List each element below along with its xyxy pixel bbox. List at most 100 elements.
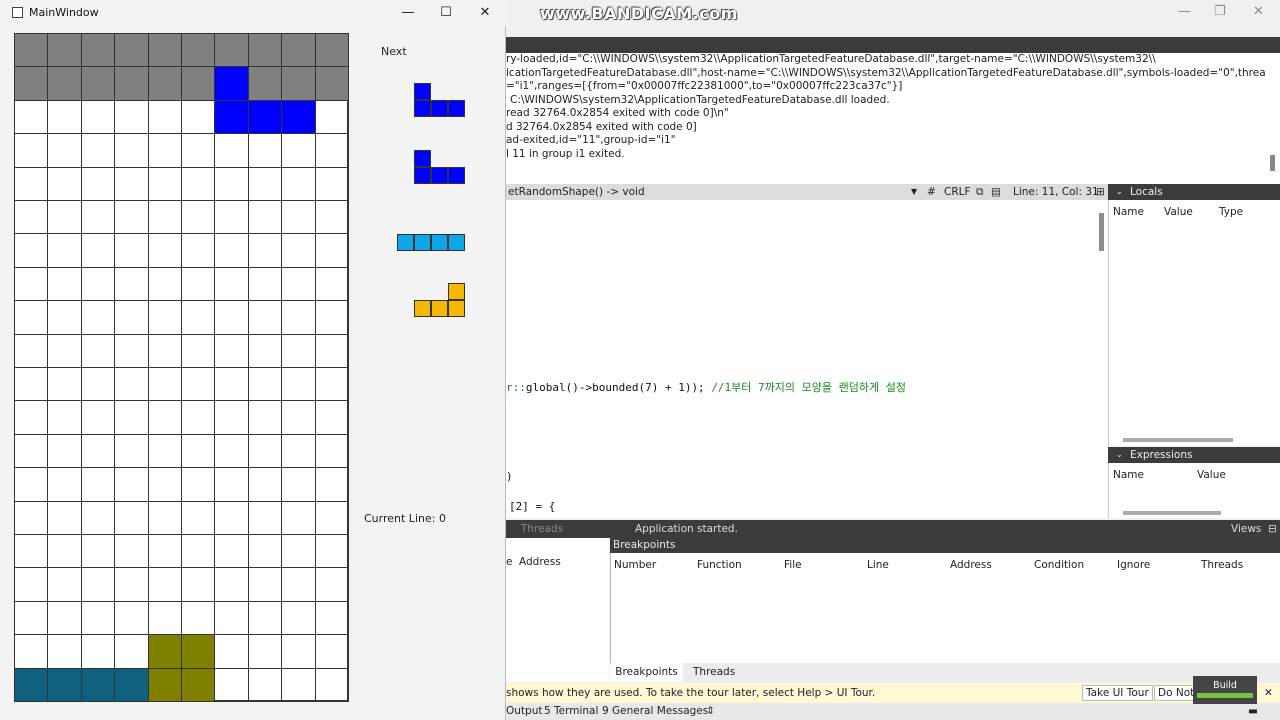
threads-label[interactable]: Threads	[521, 520, 563, 538]
stack-col-address[interactable]: Address	[519, 556, 561, 568]
locals-col-type[interactable]: Type	[1219, 206, 1243, 218]
code-editor[interactable]: r::global()->bounded(7) + 1)); //1부터 7까지…	[506, 200, 1108, 518]
bp-col-line[interactable]: Line	[867, 559, 889, 571]
ide-status-bar: Output 5 Terminal 9 General Messages ⇕ ▬	[506, 703, 1280, 720]
board-cell-filled	[281, 66, 316, 101]
ide-minimize-icon[interactable]: —	[1178, 4, 1191, 19]
minimize-icon[interactable]: —	[394, 4, 422, 22]
window-titlebar[interactable]: MainWindow — ☐ ✕	[0, 0, 506, 26]
expr-col-value[interactable]: Value	[1197, 469, 1226, 481]
bp-col-address[interactable]: Address	[950, 559, 992, 571]
board-cell	[47, 367, 82, 402]
board-cell	[47, 534, 82, 569]
board-cell	[47, 200, 82, 235]
expressions-pane[interactable]: Name Value	[1108, 463, 1280, 518]
document-icon[interactable]: ▤	[991, 184, 1001, 200]
close-icon[interactable]: ✕	[471, 4, 499, 22]
locals-hscrollbar[interactable]	[1123, 438, 1233, 442]
expr-col-name[interactable]: Name	[1113, 469, 1144, 481]
line-ending[interactable]: CRLF	[944, 184, 971, 200]
board-cell	[281, 166, 316, 201]
board-cell	[47, 166, 82, 201]
maximize-icon[interactable]: ☐	[432, 4, 460, 22]
board-cell	[214, 400, 249, 435]
board-cell	[147, 433, 182, 469]
chevron-down-icon[interactable]: ⌄	[1116, 184, 1123, 200]
tetris-board[interactable]	[14, 33, 349, 702]
output-line: C:\WINDOWS\system32\ApplicationTargetedF…	[510, 94, 890, 106]
stack-pane[interactable]: e Address	[506, 538, 609, 682]
updown-icon[interactable]: ⇕	[706, 703, 715, 720]
panel-toggle-icon[interactable]: ▬	[1248, 703, 1258, 720]
function-selector[interactable]: etRandomShape() -> void	[508, 184, 645, 200]
bp-col-threads[interactable]: Threads	[1201, 559, 1243, 571]
tab-threads[interactable]: Threads	[693, 663, 735, 682]
next-piece-block	[448, 100, 465, 117]
ide-close-icon[interactable]: ✕	[1253, 4, 1264, 19]
symbol-hash[interactable]: #	[927, 184, 936, 200]
board-cell	[314, 567, 349, 602]
board-cell	[147, 600, 182, 636]
bp-col-condition[interactable]: Condition	[1034, 559, 1084, 571]
panel-icon[interactable]: ⊟	[1268, 520, 1277, 538]
output-scrollbar[interactable]	[1270, 155, 1275, 171]
board-cell	[114, 500, 149, 535]
board-cell	[247, 300, 283, 335]
tab-breakpoints[interactable]: Breakpoints	[610, 663, 683, 682]
board-cell	[114, 233, 149, 268]
board-cell	[214, 200, 249, 235]
board-cell	[114, 99, 149, 135]
board-cell	[47, 133, 82, 168]
split-editor-icon[interactable]: ⊞	[1096, 184, 1105, 200]
ide-restore-icon[interactable]: ❐	[1214, 4, 1226, 19]
locals-col-name[interactable]: Name	[1113, 206, 1144, 218]
output-line: l 11 in group i1 exited.	[506, 148, 625, 160]
board-cell-filled	[247, 33, 283, 68]
views-button[interactable]: Views	[1231, 520, 1261, 538]
do-not-show-button[interactable]: Do Not	[1154, 685, 1199, 701]
code-line: )	[506, 470, 513, 483]
board-cell-filled	[80, 66, 116, 101]
board-cell-filled	[80, 33, 116, 68]
editor-scrollbar[interactable]	[1099, 213, 1104, 251]
locals-title: Locals	[1130, 186, 1163, 198]
board-cell-filled	[147, 33, 182, 68]
general-messages-tab[interactable]: 9 General Messages	[602, 703, 708, 720]
next-piece-block	[431, 300, 448, 317]
terminal-tab[interactable]: 5 Terminal	[544, 703, 598, 720]
board-cell	[181, 400, 216, 435]
bp-col-number[interactable]: Number	[614, 559, 656, 571]
take-tour-button[interactable]: Take UI Tour	[1082, 685, 1153, 701]
board-cell	[47, 500, 82, 535]
board-cell	[47, 400, 82, 435]
board-cell	[80, 99, 116, 135]
board-cell	[247, 166, 283, 201]
output-tab[interactable]: Output	[506, 703, 542, 720]
tour-message: shows how they are used. To take the tou…	[506, 687, 876, 699]
expr-hscrollbar[interactable]	[1123, 511, 1221, 515]
bp-col-file[interactable]: File	[784, 559, 802, 571]
chevron-down-icon[interactable]: ⌄	[1116, 447, 1123, 463]
build-progress[interactable]: Build	[1193, 676, 1257, 704]
board-cell	[214, 567, 249, 602]
stack-col[interactable]: e	[506, 556, 512, 568]
board-cell	[114, 200, 149, 235]
board-cell	[247, 534, 283, 569]
board-cell	[281, 667, 316, 702]
dropdown-arrow-icon[interactable]: ▼	[911, 184, 917, 200]
close-icon[interactable]: ✕	[1264, 683, 1273, 703]
board-cell	[247, 367, 283, 402]
board-cell	[80, 634, 116, 669]
locals-col-value[interactable]: Value	[1164, 206, 1193, 218]
breakpoints-table[interactable]: Number Function File Line Address Condit…	[610, 553, 1280, 663]
board-cell	[80, 467, 116, 502]
bp-col-ignore[interactable]: Ignore	[1117, 559, 1150, 571]
locals-pane[interactable]: Name Value Type	[1108, 200, 1280, 446]
board-cell	[314, 367, 349, 402]
bp-col-function[interactable]: Function	[697, 559, 742, 571]
board-cell	[147, 333, 182, 368]
breakpoints-title: Breakpoints	[613, 539, 676, 551]
output-pane[interactable]: ry-loaded,id="C:\\WINDOWS\\system32\\App…	[506, 53, 1280, 184]
split-icon[interactable]: ⧉	[976, 184, 984, 200]
main-window: MainWindow — ☐ ✕ Next Current Line: 0	[0, 0, 506, 720]
